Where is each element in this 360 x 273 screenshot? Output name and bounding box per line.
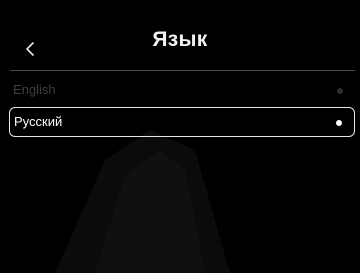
language-option-english[interactable]: English: [9, 76, 355, 106]
language-option-label: Русский: [14, 114, 63, 129]
language-option-russian[interactable]: Русский: [9, 107, 355, 137]
page-title: Язык: [152, 28, 208, 51]
header-divider: [10, 70, 355, 71]
radio-selected-icon: [336, 120, 342, 126]
language-option-label: English: [13, 82, 56, 97]
header: Язык: [0, 0, 360, 70]
radio-indicator-icon: [337, 88, 343, 94]
language-settings-screen: Язык English Русский: [0, 0, 360, 273]
